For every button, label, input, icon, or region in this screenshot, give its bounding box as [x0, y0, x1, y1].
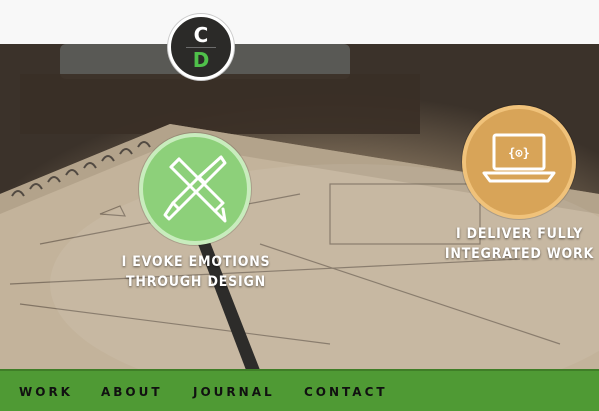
design-caption: I EVOKE EMOTIONS THROUGH DESIGN	[116, 252, 276, 292]
code-caption: I DELIVER FULLY INTEGRATED WORK	[442, 224, 597, 264]
code-caption-line1: I DELIVER FULLY	[455, 226, 584, 242]
design-caption-line2: THROUGH DESIGN	[126, 274, 266, 290]
code-badge: {⊙}	[462, 105, 576, 219]
code-caption-line2: INTEGRATED WORK	[444, 246, 595, 262]
nav-item-journal[interactable]: JOURNAL	[193, 385, 275, 399]
design-caption-line1: I EVOKE EMOTIONS	[121, 254, 271, 270]
laptop-code-icon: {⊙}	[482, 133, 556, 183]
logo-letter-c: C	[193, 22, 209, 47]
top-bar	[0, 0, 599, 44]
pencil-brush-icon	[163, 155, 227, 223]
logo-letter-d: D	[192, 47, 210, 72]
site-logo[interactable]: C D	[168, 14, 234, 80]
laptop-screen-text: {⊙}	[508, 146, 530, 160]
nav-item-contact[interactable]: CONTACT	[304, 385, 388, 399]
nav-item-work[interactable]: WORK	[19, 385, 73, 399]
design-badge	[139, 133, 251, 245]
nav-item-about[interactable]: ABOUT	[101, 385, 163, 399]
main-nav: WORK ABOUT JOURNAL CONTACT	[0, 369, 599, 411]
page: C D {⊙} I EVOKE EMOTIONS THROUGH DESIGN …	[0, 0, 599, 411]
